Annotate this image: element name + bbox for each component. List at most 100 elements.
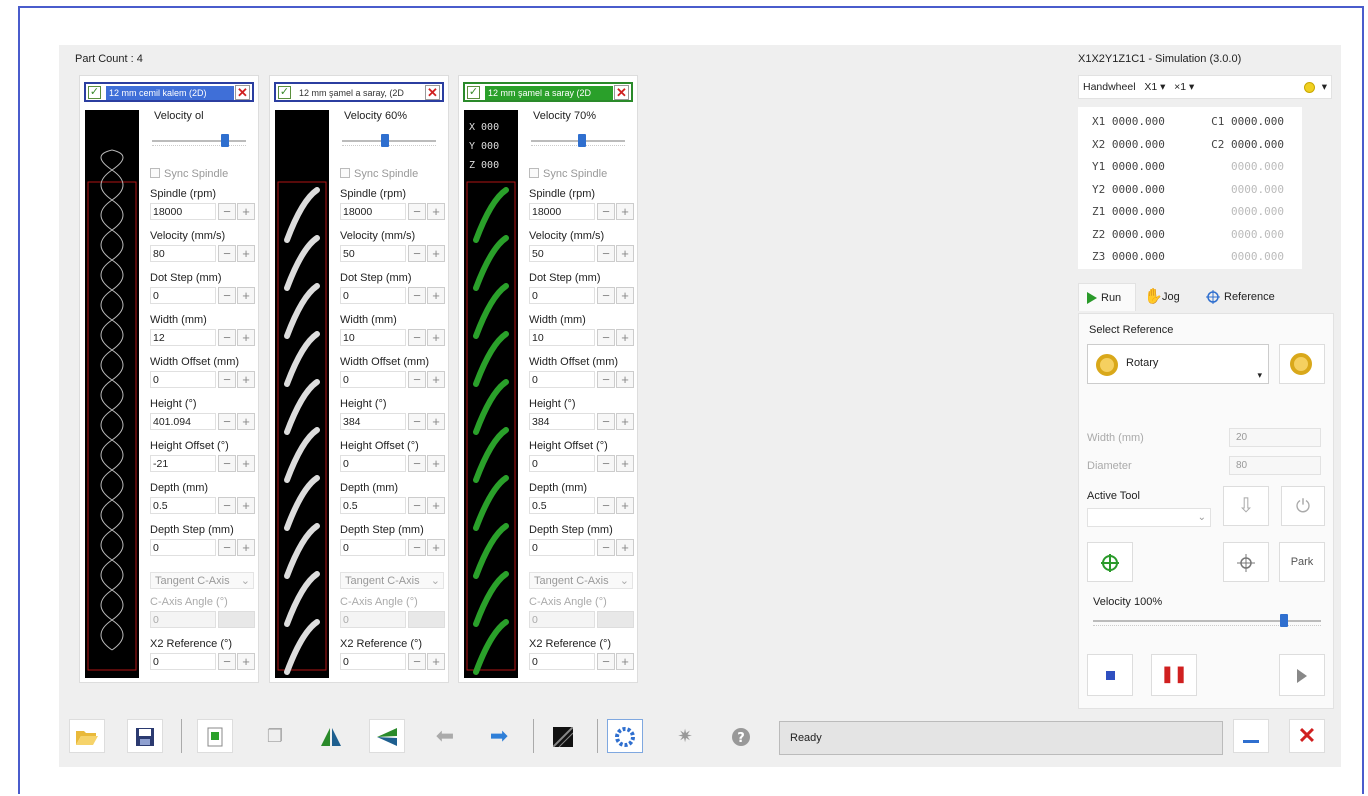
increment-button[interactable]: +	[237, 653, 255, 670]
velocity-slider[interactable]	[531, 134, 625, 148]
param-input[interactable]: 10	[340, 329, 406, 346]
increment-button[interactable]: +	[237, 203, 255, 220]
part-name[interactable]: 12 mm şamel a saray, (2D	[296, 86, 424, 100]
increment-button[interactable]: +	[616, 371, 634, 388]
decrement-button[interactable]: −	[408, 203, 426, 220]
decrement-button[interactable]: −	[408, 413, 426, 430]
tab-jog[interactable]: ✋ Jog	[1140, 283, 1196, 311]
active-tool-select[interactable]: ⌄	[1087, 508, 1211, 527]
decrement-button[interactable]: −	[597, 455, 615, 472]
increment-button[interactable]: +	[237, 497, 255, 514]
param-input[interactable]: 0	[150, 287, 216, 304]
decrement-button[interactable]: −	[218, 203, 236, 220]
param-input[interactable]: 0	[529, 371, 595, 388]
tool-down-button[interactable]: ⇩	[1223, 486, 1269, 526]
part-enabled-checkbox[interactable]: ✓	[467, 86, 480, 99]
increment-button[interactable]: +	[616, 245, 634, 262]
decrement-button[interactable]: −	[597, 539, 615, 556]
part-close-icon[interactable]: ✕	[425, 85, 440, 100]
handwheel-axis-select[interactable]: X1	[1144, 81, 1157, 93]
decrement-button[interactable]: −	[218, 329, 236, 346]
decrement-button[interactable]: −	[597, 497, 615, 514]
width-field[interactable]: 20	[1229, 428, 1321, 447]
part-close-icon[interactable]: ✕	[614, 85, 629, 100]
reference-select[interactable]: Rotary ▾	[1087, 344, 1269, 384]
velocity-slider[interactable]	[342, 134, 436, 148]
handwheel-mult-select[interactable]: ×1	[1174, 81, 1186, 93]
part-name[interactable]: 12 mm cemil kalem (2D)	[106, 86, 234, 100]
increment-button[interactable]: +	[427, 329, 445, 346]
increment-button[interactable]: +	[427, 455, 445, 472]
param-input[interactable]: 0	[150, 371, 216, 388]
part-header[interactable]: ✓ 12 mm şamel a saray (2D ✕	[463, 82, 633, 102]
open-button[interactable]	[69, 719, 105, 753]
param-input[interactable]: 0	[529, 539, 595, 556]
decrement-button[interactable]: −	[597, 287, 615, 304]
param-input[interactable]: 384	[340, 413, 406, 430]
sync-spindle-checkbox[interactable]: Sync Spindle	[529, 168, 607, 180]
param-input[interactable]: 50	[340, 245, 406, 262]
increment-button[interactable]: +	[616, 455, 634, 472]
slider-thumb[interactable]	[380, 134, 389, 147]
decrement-button[interactable]: −	[408, 329, 426, 346]
param-input[interactable]: 384	[529, 413, 595, 430]
part-name[interactable]: 12 mm şamel a saray (2D	[485, 86, 613, 100]
param-input[interactable]: 0	[340, 371, 406, 388]
pause-button[interactable]: ❚❚	[1151, 654, 1197, 696]
increment-button[interactable]: +	[427, 653, 445, 670]
param-input[interactable]: 18000	[340, 203, 406, 220]
param-input[interactable]: 80	[150, 245, 216, 262]
param-input[interactable]: 0	[340, 455, 406, 472]
decrement-button[interactable]: −	[218, 245, 236, 262]
param-input[interactable]: 0	[529, 287, 595, 304]
part-close-icon[interactable]: ✕	[235, 85, 250, 100]
pattern-button[interactable]	[545, 719, 581, 753]
slider-thumb[interactable]	[578, 134, 587, 147]
increment-button[interactable]: +	[427, 497, 445, 514]
decrement-button[interactable]: −	[408, 455, 426, 472]
decrement-button[interactable]: −	[408, 371, 426, 388]
param-input[interactable]: 0	[150, 539, 216, 556]
part-header[interactable]: ✓ 12 mm şamel a saray, (2D ✕	[274, 82, 444, 102]
part-preview[interactable]	[85, 110, 139, 678]
param-input[interactable]: 0	[340, 653, 406, 670]
increment-button[interactable]: +	[427, 413, 445, 430]
part-enabled-checkbox[interactable]: ✓	[88, 86, 101, 99]
decrement-button[interactable]: −	[597, 653, 615, 670]
minimize-button[interactable]	[1233, 719, 1269, 753]
tangent-caxis-select[interactable]: Tangent C-Axis ⌄	[150, 572, 254, 589]
increment-button[interactable]: +	[237, 287, 255, 304]
decrement-button[interactable]: −	[218, 497, 236, 514]
increment-button[interactable]: +	[616, 203, 634, 220]
decrement-button[interactable]: −	[408, 539, 426, 556]
part-preview[interactable]: X 000 Y 000 Z 000	[464, 110, 518, 678]
increment-button[interactable]: +	[237, 245, 255, 262]
tab-run[interactable]: Run	[1078, 283, 1136, 311]
handwheel-bar[interactable]: Handwheel X1 ▾ ×1 ▾ ▾	[1078, 75, 1332, 99]
param-input[interactable]: 0.5	[340, 497, 406, 514]
param-input[interactable]: 12	[150, 329, 216, 346]
copy-button[interactable]: ❐	[257, 719, 293, 753]
increment-button[interactable]: +	[237, 329, 255, 346]
param-input[interactable]: 0	[529, 653, 595, 670]
increment-button[interactable]: +	[427, 287, 445, 304]
move-left-button[interactable]: ⬅	[427, 719, 463, 753]
home-button[interactable]	[1087, 542, 1133, 582]
param-input[interactable]: 401.094	[150, 413, 216, 430]
part-header[interactable]: ✓ 12 mm cemil kalem (2D) ✕	[84, 82, 254, 102]
param-input[interactable]: 0.5	[529, 497, 595, 514]
param-input[interactable]: 50	[529, 245, 595, 262]
increment-button[interactable]: +	[427, 203, 445, 220]
decrement-button[interactable]: −	[597, 371, 615, 388]
play-button[interactable]	[1279, 654, 1325, 696]
increment-button[interactable]: +	[237, 371, 255, 388]
param-input[interactable]: 0	[340, 287, 406, 304]
reference-point-button[interactable]	[1223, 542, 1269, 582]
param-input[interactable]: 0	[529, 455, 595, 472]
mirror-horizontal-button[interactable]	[369, 719, 405, 753]
increment-button[interactable]: +	[616, 539, 634, 556]
decrement-button[interactable]: −	[597, 413, 615, 430]
decrement-button[interactable]: −	[597, 245, 615, 262]
param-input[interactable]: 0.5	[150, 497, 216, 514]
decrement-button[interactable]: −	[408, 653, 426, 670]
